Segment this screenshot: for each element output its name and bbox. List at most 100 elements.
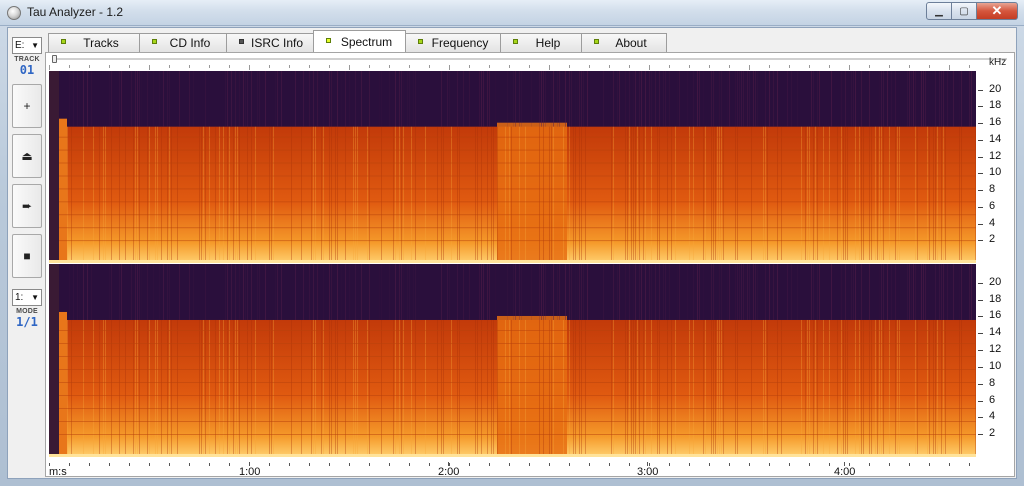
high-frequency-streak — [651, 264, 652, 320]
eject-button[interactable]: ⏏ — [12, 134, 42, 178]
high-frequency-streak — [519, 264, 520, 320]
tab-about[interactable]: About — [581, 33, 667, 52]
energy-streak — [575, 319, 576, 457]
energy-streak — [941, 319, 942, 457]
high-frequency-streak — [345, 71, 346, 127]
high-frequency-streak — [121, 264, 122, 320]
ruler-tick — [689, 65, 690, 68]
time-tick-label: 4:00 — [834, 466, 856, 478]
energy-streak — [899, 126, 900, 263]
mode-select[interactable]: 1: ▼ — [12, 289, 42, 306]
maximize-button[interactable]: ▢ — [951, 2, 977, 20]
add-button[interactable]: + — [12, 84, 42, 128]
high-frequency-streak — [227, 71, 228, 127]
high-frequency-streak — [895, 71, 896, 127]
high-frequency-streak — [961, 264, 962, 320]
drive-select[interactable]: E: ▼ — [12, 37, 42, 54]
energy-streak — [475, 126, 476, 263]
high-frequency-streak — [755, 264, 756, 320]
frequency-tick — [978, 282, 983, 284]
energy-streak — [403, 126, 404, 263]
ruler-tick — [209, 65, 210, 68]
energy-streak — [575, 126, 576, 263]
tab-help[interactable]: Help — [500, 33, 582, 52]
energy-streak — [511, 126, 512, 263]
tab-cd-info[interactable]: CD Info — [139, 33, 227, 52]
ruler-tick — [829, 65, 830, 68]
tab-frequency[interactable]: Frequency — [405, 33, 501, 52]
high-frequency-streak — [275, 71, 276, 127]
high-frequency-streak — [613, 71, 614, 127]
energy-streak — [133, 319, 134, 457]
energy-streak — [525, 126, 526, 263]
high-frequency-streak — [891, 71, 892, 127]
time-minor-tick — [829, 463, 830, 466]
high-frequency-streak — [629, 71, 630, 127]
high-frequency-streak — [313, 264, 314, 320]
high-frequency-streak — [587, 264, 588, 320]
harmonic-band — [59, 227, 976, 229]
next-button[interactable]: ➨ — [12, 184, 42, 228]
energy-streak — [805, 126, 806, 263]
high-frequency-streak — [583, 264, 584, 320]
ruler-tick — [709, 65, 710, 68]
ruler-tick — [869, 65, 870, 68]
high-frequency-streak — [713, 264, 714, 320]
energy-streak — [487, 319, 488, 457]
energy-streak — [451, 319, 452, 457]
energy-streak — [93, 319, 94, 457]
high-frequency-streak — [541, 264, 542, 320]
high-frequency-streak — [941, 264, 942, 320]
position-slider-track[interactable] — [52, 58, 1007, 60]
frequency-tick-label: 8 — [989, 376, 996, 389]
tab-tracks[interactable]: Tracks — [48, 33, 140, 52]
high-frequency-streak — [489, 71, 490, 127]
high-frequency-streak — [399, 71, 400, 127]
energy-streak — [401, 126, 402, 263]
high-frequency-streak — [395, 264, 396, 320]
high-frequency-streak — [765, 264, 766, 320]
energy-streak — [497, 126, 498, 263]
high-frequency-streak — [921, 71, 922, 127]
energy-streak — [961, 319, 962, 457]
high-frequency-streak — [235, 71, 236, 127]
high-frequency-streak — [943, 264, 944, 320]
energy-streak — [943, 126, 944, 263]
time-minor-tick — [289, 463, 290, 466]
ruler-tick — [969, 65, 970, 68]
high-frequency-streak — [639, 264, 640, 320]
energy-streak — [125, 126, 126, 263]
time-minor-tick — [549, 463, 550, 466]
stop-button[interactable]: ■ — [12, 234, 42, 278]
ruler-tick — [449, 65, 450, 70]
ruler-tick — [409, 65, 410, 68]
frequency-tick-label: 14 — [989, 326, 1002, 339]
high-frequency-streak — [225, 71, 226, 127]
energy-streak — [491, 126, 492, 263]
energy-streak — [169, 319, 170, 457]
close-button[interactable]: ✕ — [976, 2, 1018, 20]
minimize-button[interactable]: ▁ — [926, 2, 952, 20]
tab-label: ISRC Info — [250, 36, 304, 50]
frequency-tick — [978, 417, 983, 419]
high-frequency-streak — [961, 71, 962, 127]
time-minor-tick — [269, 463, 270, 466]
position-slider-thumb[interactable] — [52, 55, 57, 63]
tab-isrc-info[interactable]: ISRC Info — [226, 33, 314, 52]
high-frequency-streak — [119, 264, 120, 320]
high-frequency-streak — [741, 71, 742, 127]
high-frequency-streak — [969, 264, 970, 320]
energy-streak — [713, 126, 714, 263]
high-frequency-streak — [247, 71, 248, 127]
high-frequency-streak — [655, 264, 656, 320]
high-frequency-streak — [633, 71, 634, 127]
high-frequency-streak — [69, 71, 70, 127]
frequency-tick — [978, 173, 983, 175]
frequency-tick — [978, 299, 983, 301]
energy-streak — [813, 126, 814, 263]
high-frequency-streak — [483, 264, 484, 320]
energy-streak — [807, 319, 808, 457]
tab-spectrum[interactable]: Spectrum — [313, 30, 406, 52]
high-frequency-streak — [625, 264, 626, 320]
tab-label: Tracks — [83, 36, 119, 50]
